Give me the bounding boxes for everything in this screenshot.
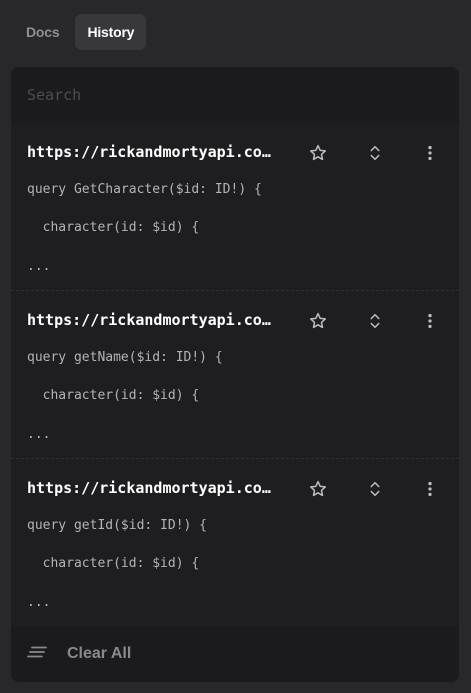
star-icon[interactable] bbox=[302, 137, 334, 169]
query-line: query getId($id: ID!) { bbox=[27, 518, 208, 533]
query-line: ... bbox=[27, 595, 51, 610]
history-item-title: https://rickandmortyapi.com/graphql bbox=[27, 143, 275, 161]
star-icon[interactable] bbox=[302, 305, 334, 337]
query-line: character(id: $id) { bbox=[27, 556, 200, 571]
query-line: query getName($id: ID!) { bbox=[27, 350, 223, 365]
clear-all-icon bbox=[27, 644, 49, 665]
unfold-icon[interactable] bbox=[359, 137, 391, 169]
search-bar bbox=[11, 67, 459, 123]
tab-docs[interactable]: Docs bbox=[14, 14, 71, 50]
history-item-title: https://rickandmortyapi.com/graphql bbox=[27, 479, 275, 497]
query-line: ... bbox=[27, 259, 51, 274]
star-icon[interactable] bbox=[302, 473, 334, 505]
clear-all-label: Clear All bbox=[67, 645, 132, 662]
sidebar-tabs: Docs History bbox=[0, 0, 471, 66]
more-vertical-icon[interactable] bbox=[414, 305, 446, 337]
clear-all-button[interactable]: Clear All bbox=[11, 626, 459, 682]
history-item[interactable]: https://rickandmortyapi.com/graphql quer… bbox=[11, 459, 459, 627]
unfold-icon[interactable] bbox=[359, 305, 391, 337]
history-item-title: https://rickandmortyapi.com/graphql bbox=[27, 311, 275, 329]
history-item[interactable]: https://rickandmortyapi.com/graphql quer… bbox=[11, 123, 459, 291]
unfold-icon[interactable] bbox=[359, 473, 391, 505]
history-item[interactable]: https://rickandmortyapi.com/graphql quer… bbox=[11, 291, 459, 459]
query-line: character(id: $id) { bbox=[27, 388, 200, 403]
query-line: character(id: $id) { bbox=[27, 220, 200, 235]
history-panel: https://rickandmortyapi.com/graphql quer… bbox=[11, 67, 459, 682]
search-input[interactable] bbox=[27, 86, 443, 104]
tab-history[interactable]: History bbox=[75, 14, 147, 50]
query-line: query GetCharacter($id: ID!) { bbox=[27, 182, 262, 197]
more-vertical-icon[interactable] bbox=[414, 137, 446, 169]
query-line: ... bbox=[27, 427, 51, 442]
more-vertical-icon[interactable] bbox=[414, 473, 446, 505]
